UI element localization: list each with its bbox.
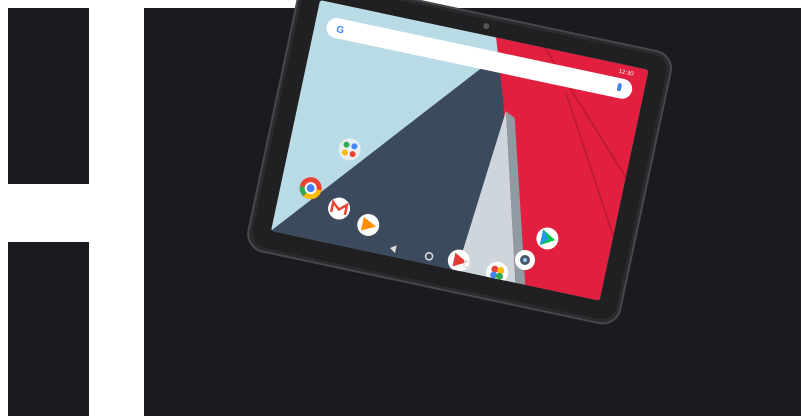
tablet-photo: 12:30 G — [247, 0, 672, 325]
camera-icon[interactable] — [515, 250, 535, 270]
dark-panel-left-top — [8, 8, 89, 184]
dark-panel-left-bottom — [8, 242, 89, 416]
